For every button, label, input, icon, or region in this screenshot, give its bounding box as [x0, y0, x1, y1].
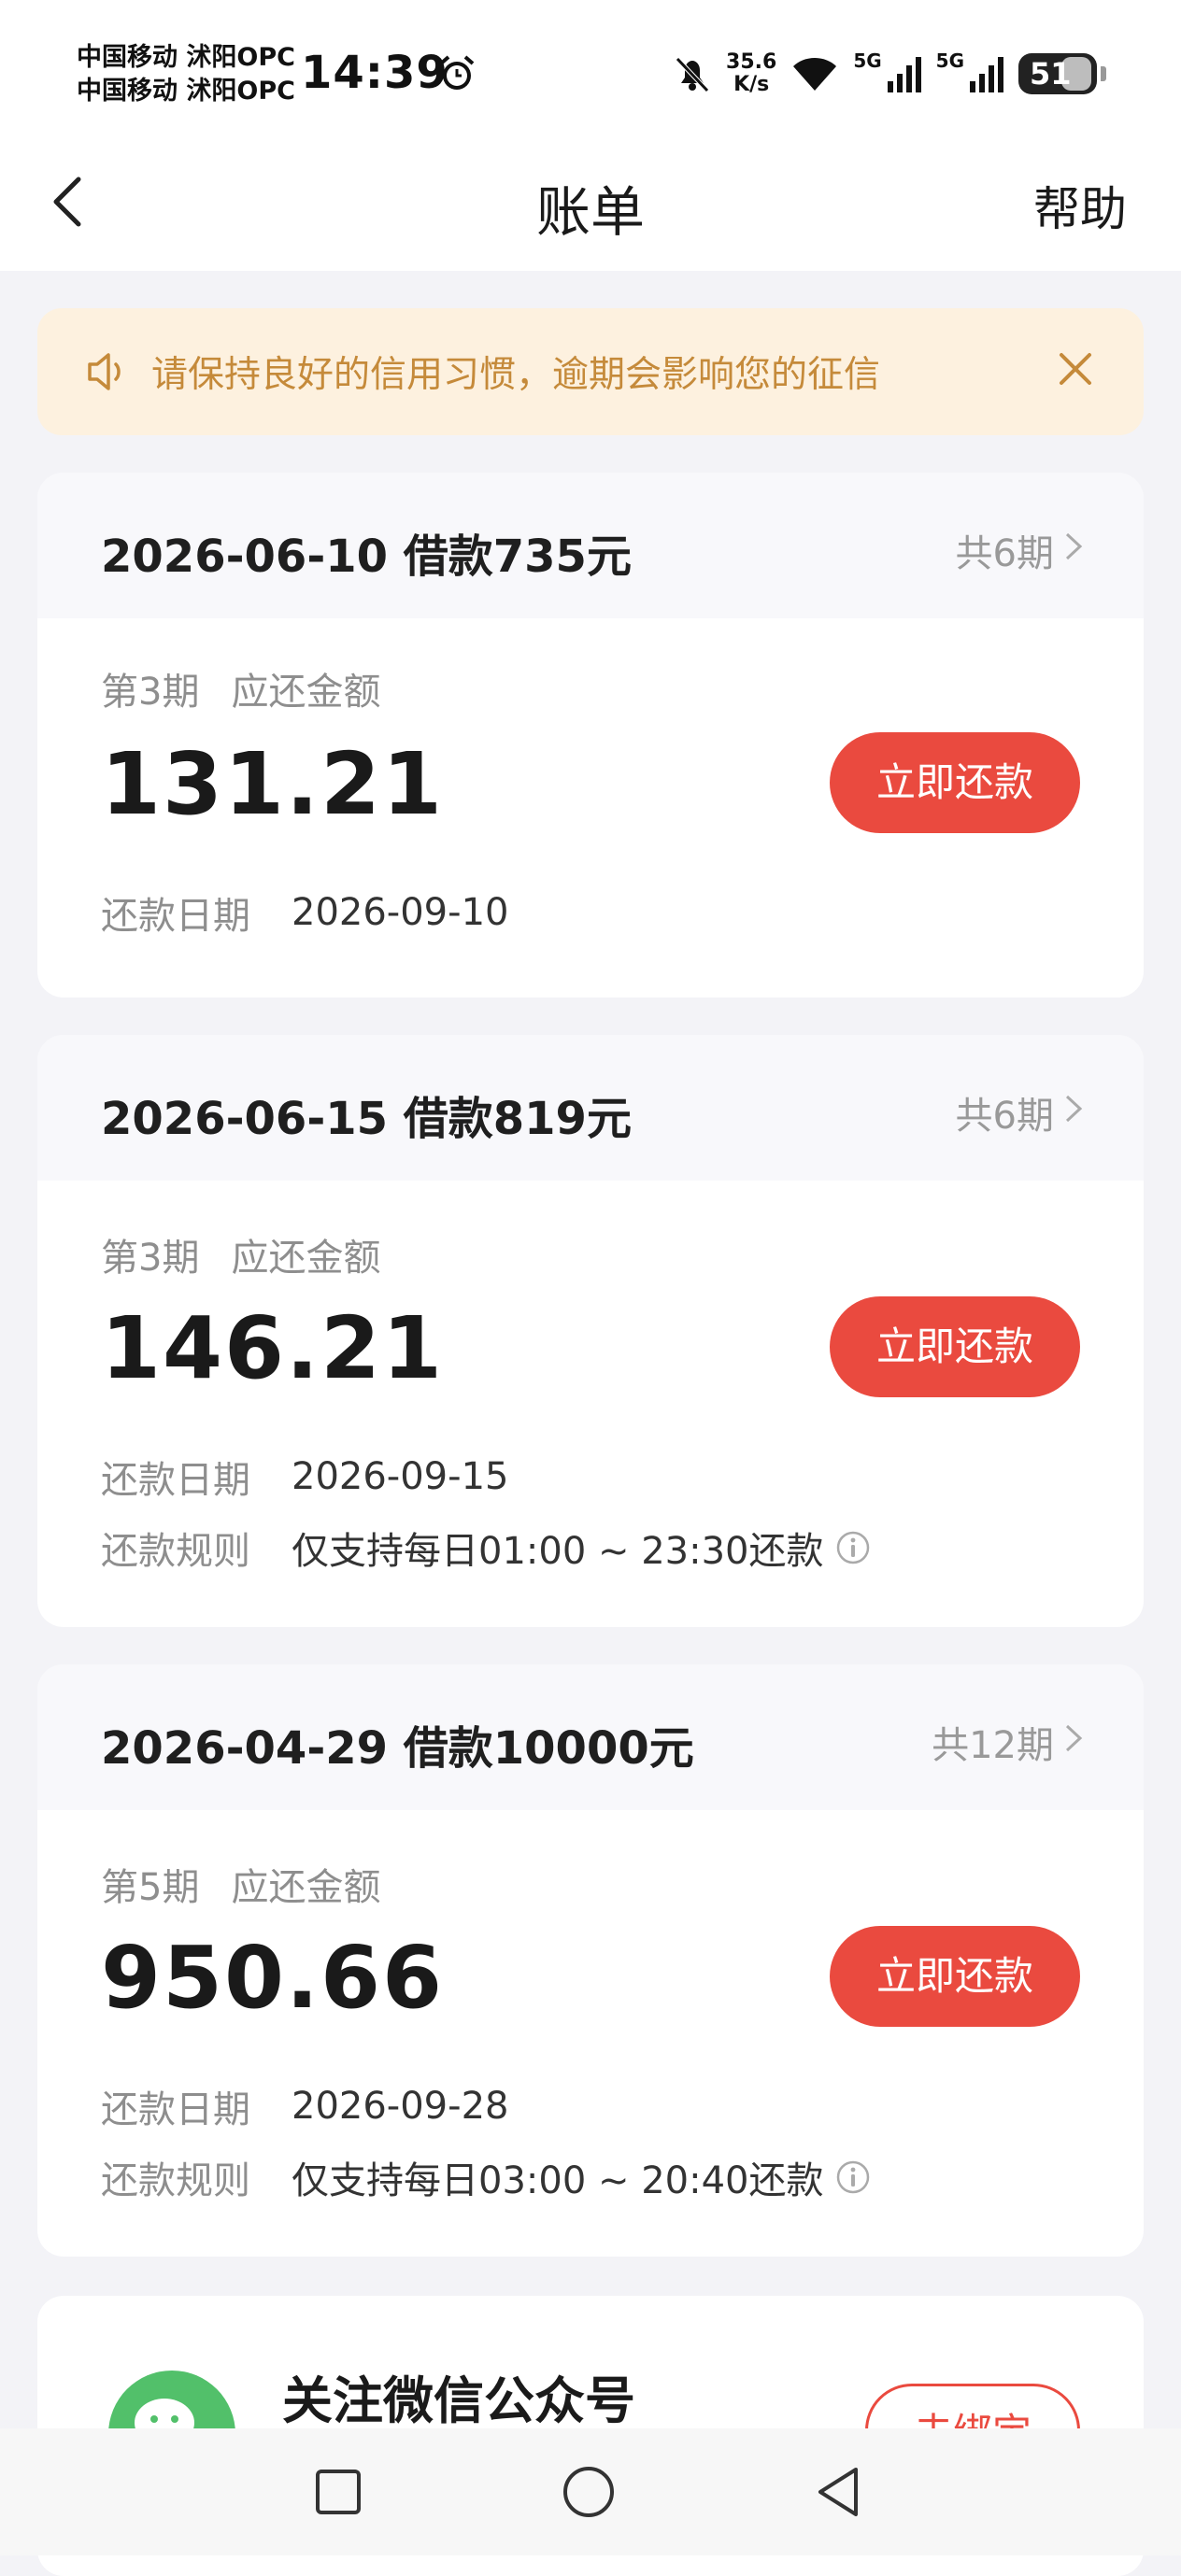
due-amount-label: 应还金额 — [231, 1866, 381, 1909]
installment-label-row: 第3期 应还金额 — [101, 661, 380, 715]
repay-date-value: 2026-09-15 — [292, 1455, 509, 1498]
repay-date-label: 还款日期 — [101, 895, 250, 938]
battery-icon: 51 — [1018, 53, 1097, 94]
signal-icon — [887, 57, 921, 92]
repay-rule-row: 还款规则 仅支持每日03:00 ~ 20:40还款 — [101, 2150, 871, 2204]
bill-card: 2026-06-10 借款735元 共6期 第3期 应还金额 131.21 立即还… — [37, 473, 1144, 998]
net-speed: 35.6 K/s — [726, 51, 776, 96]
repay-rule-label: 还款规则 — [101, 2159, 250, 2202]
bill-card-header[interactable]: 2026-04-29 借款10000元 共12期 — [37, 1664, 1144, 1810]
loan-title: 2026-06-10 借款735元 — [101, 531, 632, 583]
installment-number: 第3期 — [101, 1237, 200, 1280]
loan-title: 2026-04-29 借款10000元 — [101, 1722, 694, 1775]
repay-rule-value: 仅支持每日03:00 ~ 20:40还款 — [292, 2159, 824, 2202]
repay-now-button[interactable]: 立即还款 — [830, 1926, 1080, 2027]
speaker-icon — [88, 353, 121, 390]
status-bar: 中国移动 沭阳OPC 中国移动 沭阳OPC 14:39 35.6 K/s 5G … — [0, 0, 1181, 140]
installment-label-row: 第3期 应还金额 — [101, 1227, 380, 1281]
bill-card-header[interactable]: 2026-06-15 借款819元 共6期 — [37, 1035, 1144, 1181]
info-icon[interactable] — [835, 2159, 871, 2195]
repay-date-label: 还款日期 — [101, 2088, 250, 2131]
repay-date-label: 还款日期 — [101, 1459, 250, 1502]
chevron-right-icon — [1065, 1095, 1083, 1123]
due-amount: 146.21 — [101, 1298, 445, 1398]
chevron-right-icon — [1065, 532, 1083, 560]
period-count: 共6期 — [955, 1095, 1054, 1138]
repay-rule-label: 还款规则 — [101, 1530, 250, 1573]
repay-rule-value: 仅支持每日01:00 ~ 23:30还款 — [292, 1530, 824, 1573]
bill-card: 2026-06-15 借款819元 共6期 第3期 应还金额 146.21 立即还… — [37, 1035, 1144, 1627]
bill-card: 2026-04-29 借款10000元 共12期 第5期 应还金额 950.66 … — [37, 1664, 1144, 2257]
close-icon[interactable] — [1054, 347, 1097, 390]
credit-notice-banner: 请保持良好的信用习惯，逾期会影响您的征信 — [37, 308, 1144, 435]
due-amount: 950.66 — [101, 1928, 445, 2028]
info-icon[interactable] — [835, 1530, 871, 1565]
status-icons: 35.6 K/s 5G 5G 51 — [672, 49, 1106, 99]
repay-date-row: 还款日期 2026-09-15 — [101, 1450, 508, 1504]
sim1-5g-label: 5G — [853, 50, 882, 72]
battery-level: 51 — [1030, 56, 1072, 92]
top-area: 中国移动 沭阳OPC 中国移动 沭阳OPC 14:39 35.6 K/s 5G … — [0, 0, 1181, 271]
home-icon[interactable] — [559, 2462, 619, 2522]
carrier-line-1: 中国移动 沭阳OPC — [77, 43, 295, 72]
clock: 14:39 — [301, 47, 448, 99]
period-count: 共6期 — [955, 532, 1054, 575]
repay-now-button[interactable]: 立即还款 — [830, 732, 1080, 833]
system-nav-bar — [0, 2428, 1181, 2555]
battery-nub — [1101, 66, 1106, 81]
mute-bell-icon — [676, 57, 709, 92]
back-icon[interactable] — [809, 2462, 869, 2522]
installment-number: 第5期 — [101, 1866, 200, 1909]
signal-icon — [970, 57, 1003, 92]
nav-header: 账单 帮助 — [0, 140, 1181, 271]
recent-apps-icon[interactable] — [308, 2462, 368, 2522]
loan-title: 2026-06-15 借款819元 — [101, 1093, 632, 1145]
due-amount-label: 应还金额 — [231, 671, 381, 714]
repay-now-button[interactable]: 立即还款 — [830, 1296, 1080, 1397]
net-speed-unit: K/s — [733, 73, 770, 96]
notice-text: 请保持良好的信用习惯，逾期会影响您的征信 — [151, 354, 881, 396]
repay-rule-row: 还款规则 仅支持每日01:00 ~ 23:30还款 — [101, 1521, 871, 1575]
bill-card-header[interactable]: 2026-06-10 借款735元 共6期 — [37, 473, 1144, 618]
repay-date-value: 2026-09-10 — [292, 891, 509, 934]
installment-label-row: 第5期 应还金额 — [101, 1857, 380, 1911]
carrier-info: 中国移动 沭阳OPC 中国移动 沭阳OPC — [77, 41, 295, 108]
net-speed-value: 35.6 — [726, 50, 777, 74]
page-title: 账单 — [535, 180, 645, 244]
installment-number: 第3期 — [101, 671, 200, 714]
sim2-5g-label: 5G — [935, 50, 964, 72]
help-link[interactable]: 帮助 — [1033, 172, 1127, 239]
repay-date-row: 还款日期 2026-09-10 — [101, 885, 508, 940]
repay-date-row: 还款日期 2026-09-28 — [101, 2079, 508, 2133]
carrier-line-2: 中国移动 沭阳OPC — [77, 77, 295, 106]
repay-date-value: 2026-09-28 — [292, 2085, 509, 2128]
due-amount: 131.21 — [101, 734, 445, 834]
wifi-icon — [793, 58, 837, 91]
alarm-icon — [439, 55, 475, 90]
chevron-right-icon — [1065, 1724, 1083, 1752]
wechat-title: 关注微信公众号 — [282, 2371, 635, 2430]
period-count: 共12期 — [932, 1724, 1054, 1767]
due-amount-label: 应还金额 — [231, 1237, 381, 1280]
